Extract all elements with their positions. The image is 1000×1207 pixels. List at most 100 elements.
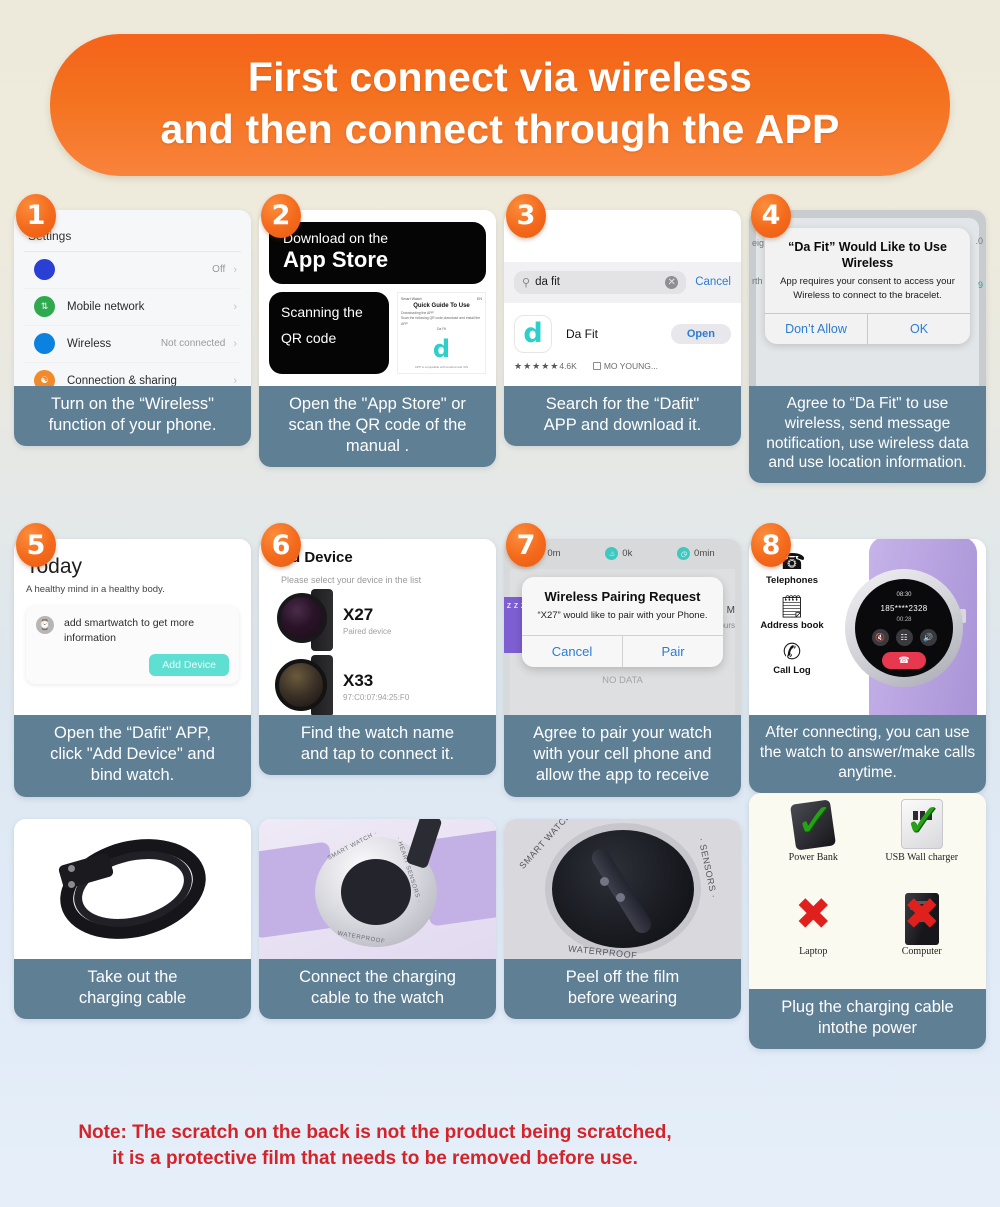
settings-row-connection-sharing[interactable]: ☯ Connection & sharing ›: [24, 363, 241, 386]
chevron-right-icon: ›: [233, 263, 237, 276]
permission-alert-dialog: “Da Fit” Would Like to Use Wireless App …: [765, 227, 970, 345]
step-number-badge-1: 1: [16, 193, 56, 238]
open-app-button[interactable]: Open: [670, 323, 731, 344]
stat-calories: ♨ 0k: [605, 547, 632, 561]
dont-allow-button[interactable]: Don’t Allow: [765, 314, 867, 344]
steps-row-2: 5 Today A healthy mind in a healthy body…: [0, 483, 1000, 797]
watch-x33-image: [271, 655, 335, 716]
keypad-icon[interactable]: ☷: [895, 629, 913, 647]
add-device-heading: Add Device: [271, 549, 353, 567]
ok-button[interactable]: OK: [867, 314, 970, 345]
device-list-item-x33[interactable]: X33 97:C0:07:94:25:F0: [271, 655, 484, 716]
settings-row-mobile-network[interactable]: ⇅ Mobile network ›: [24, 289, 241, 326]
bottom-card-cable: Take out the charging cable: [14, 818, 251, 1049]
phone-settings-screenshot: Settings Off › ⇅ Mobile network › Wirele…: [14, 209, 251, 386]
add-device-subtitle: Please select your device in the list: [281, 575, 422, 586]
developer-row: MO YOUNG...: [592, 361, 658, 371]
chevron-right-icon: ›: [233, 300, 237, 313]
settings-row-bluetooth[interactable]: Off ›: [24, 252, 241, 289]
search-input[interactable]: ⚲ da fit ✕: [514, 270, 687, 294]
settings-row-value: Not connected: [160, 338, 226, 350]
alert-body: “X27” would like to pair with your Phone…: [537, 610, 708, 622]
settings-row-label: Mobile network: [67, 300, 145, 313]
step-caption-1: Turn on the “Wireless" function of your …: [14, 385, 251, 447]
smartwatch-image: 08:30 185****2328 00:28 🔇 ☷ 🔊 ☎: [835, 539, 986, 716]
app-store-badge-small: Download on the: [283, 229, 389, 246]
power-source-usb-wall-charger: ✓ USB Wall charger: [868, 797, 977, 891]
step-card-7: 7 ✓ 0m ♨ 0k ◷ 0min z z z M Hours NO DATA…: [504, 523, 741, 797]
ring-text-1: SMART WATCH ·: [517, 818, 578, 871]
settings-row-label: Connection & sharing: [67, 374, 177, 386]
feature-label: Telephones: [765, 575, 819, 587]
dafit-today-screenshot: Today A healthy mind in a healthy body. …: [14, 539, 251, 716]
manual-head-left: Smart Watch: [401, 296, 422, 301]
speaker-icon[interactable]: 🔊: [919, 629, 937, 647]
add-device-button[interactable]: Add Device: [149, 653, 229, 676]
call-features-screenshot: ☎ Telephones 🗒 Address book ✆ Call Log 0…: [749, 539, 986, 716]
cross-icon: ✖: [903, 888, 941, 940]
bg-text-left-1: eig: [752, 237, 765, 248]
cancel-search-button[interactable]: Cancel: [695, 276, 731, 288]
step-number-badge-5: 5: [16, 523, 56, 568]
search-result-row[interactable]: d Da Fit Open: [504, 303, 741, 355]
bottom-card-connect: SMART WATCH · · HEART SENSORS · WATERPRO…: [259, 818, 496, 1049]
manual-page-image: Smart Watch EN Quick Guide To Use Downlo…: [397, 291, 486, 374]
settings-row-wireless[interactable]: Wireless Not connected ›: [24, 326, 241, 363]
share-icon: ☯: [34, 370, 55, 386]
stat-value: 0min: [694, 548, 715, 560]
clear-search-icon[interactable]: ✕: [665, 275, 679, 289]
app-meta-row: ★★★★★ 4.6K MO YOUNG...: [504, 355, 741, 372]
step-card-8: 8 ☎ Telephones 🗒 Address book ✆ Call Log: [749, 523, 986, 796]
feature-label: Call Log: [773, 665, 811, 677]
manual-title: Quick Guide To Use: [413, 302, 470, 309]
step-caption-5: Open the “Dafit" APP, click "Add Device"…: [14, 715, 251, 797]
app-store-badge[interactable]: Download on the App Store: [269, 221, 486, 284]
dafit-app-icon: d: [514, 314, 552, 353]
check-icon: ✓: [904, 792, 943, 847]
watch-back-charging-photo: SMART WATCH · · HEART SENSORS · WATERPRO…: [259, 818, 496, 959]
ring-text-1: SMART WATCH ·: [326, 829, 379, 862]
device-list-item-x27[interactable]: X27 Paired device: [271, 589, 484, 652]
add-device-list-screenshot: Add Device Please select your device in …: [259, 539, 496, 716]
device-name: X33: [343, 670, 374, 690]
power-source-power-bank: ✓ Power Bank: [759, 797, 868, 891]
wifi-icon: [34, 333, 55, 355]
watch-body: 08:30 185****2328 00:28 🔇 ☷ 🔊 ☎: [845, 569, 963, 688]
bottom-caption-3: Peel off the film before wearing: [504, 958, 741, 1019]
ring-text-2: · SENSORS ·: [696, 836, 720, 899]
step-number-badge-3: 3: [506, 193, 546, 238]
step-caption-4: Agree to “Da Fit" to use wireless, send …: [749, 385, 986, 484]
cancel-pair-button[interactable]: Cancel: [522, 636, 622, 667]
scan-qr-badge[interactable]: Scanning the QR code: [269, 291, 389, 374]
mute-icon[interactable]: 🔇: [871, 629, 889, 647]
alert-title: Wireless Pairing Request: [544, 589, 701, 605]
ring-text-3: WATERPROOF: [567, 942, 638, 959]
stat-duration: ◷ 0min: [677, 547, 715, 561]
bottom-card-film: SMART WATCH · · SENSORS · WATERPROOF Pee…: [504, 818, 741, 1049]
power-source-label: Laptop: [799, 945, 828, 957]
watch-time: 08:30: [896, 592, 912, 599]
add-device-prompt-text: add smartwatch to get more information: [64, 617, 195, 644]
settings-row-value: Off: [212, 264, 226, 276]
watch-call-duration: 00:28: [896, 617, 912, 624]
power-source-computer: ✖ Computer: [868, 891, 977, 985]
app-name: Da Fit: [566, 326, 599, 341]
settings-title: Settings: [24, 210, 241, 252]
power-source-chart: ✓ Power Bank ✓ USB Wall charger ✖ Laptop…: [749, 792, 986, 989]
call-log-icon: ✆: [782, 639, 802, 665]
app-store-search-screenshot: ⚲ da fit ✕ Cancel d Da Fit Open ★★★★★ 4.…: [504, 209, 741, 386]
step-number-badge-8: 8: [751, 523, 791, 568]
step-card-4: 4 eig rth .0 9 “Da Fit” Would Like to Us…: [749, 193, 986, 484]
sim-icon: ⇅: [34, 296, 55, 318]
bottom-note: Note: The scratch on the back is not the…: [78, 1122, 672, 1170]
pairing-alert-dialog: Wireless Pairing Request “X27” would lik…: [522, 577, 723, 668]
charging-cable-photo: [14, 818, 251, 959]
bg-text-left-2: rth: [752, 275, 763, 286]
manual-head-right: EN: [477, 296, 482, 301]
bg-text-right-1: .0: [975, 235, 983, 246]
pair-button[interactable]: Pair: [622, 636, 723, 668]
step-card-6: 6 Add Device Please select your device i…: [259, 523, 496, 796]
hangup-icon[interactable]: ☎: [882, 652, 926, 670]
scan-qr-line-1: Scanning the: [281, 303, 363, 320]
step-caption-2: Open the "App Store" or scan the QR code…: [259, 385, 496, 468]
